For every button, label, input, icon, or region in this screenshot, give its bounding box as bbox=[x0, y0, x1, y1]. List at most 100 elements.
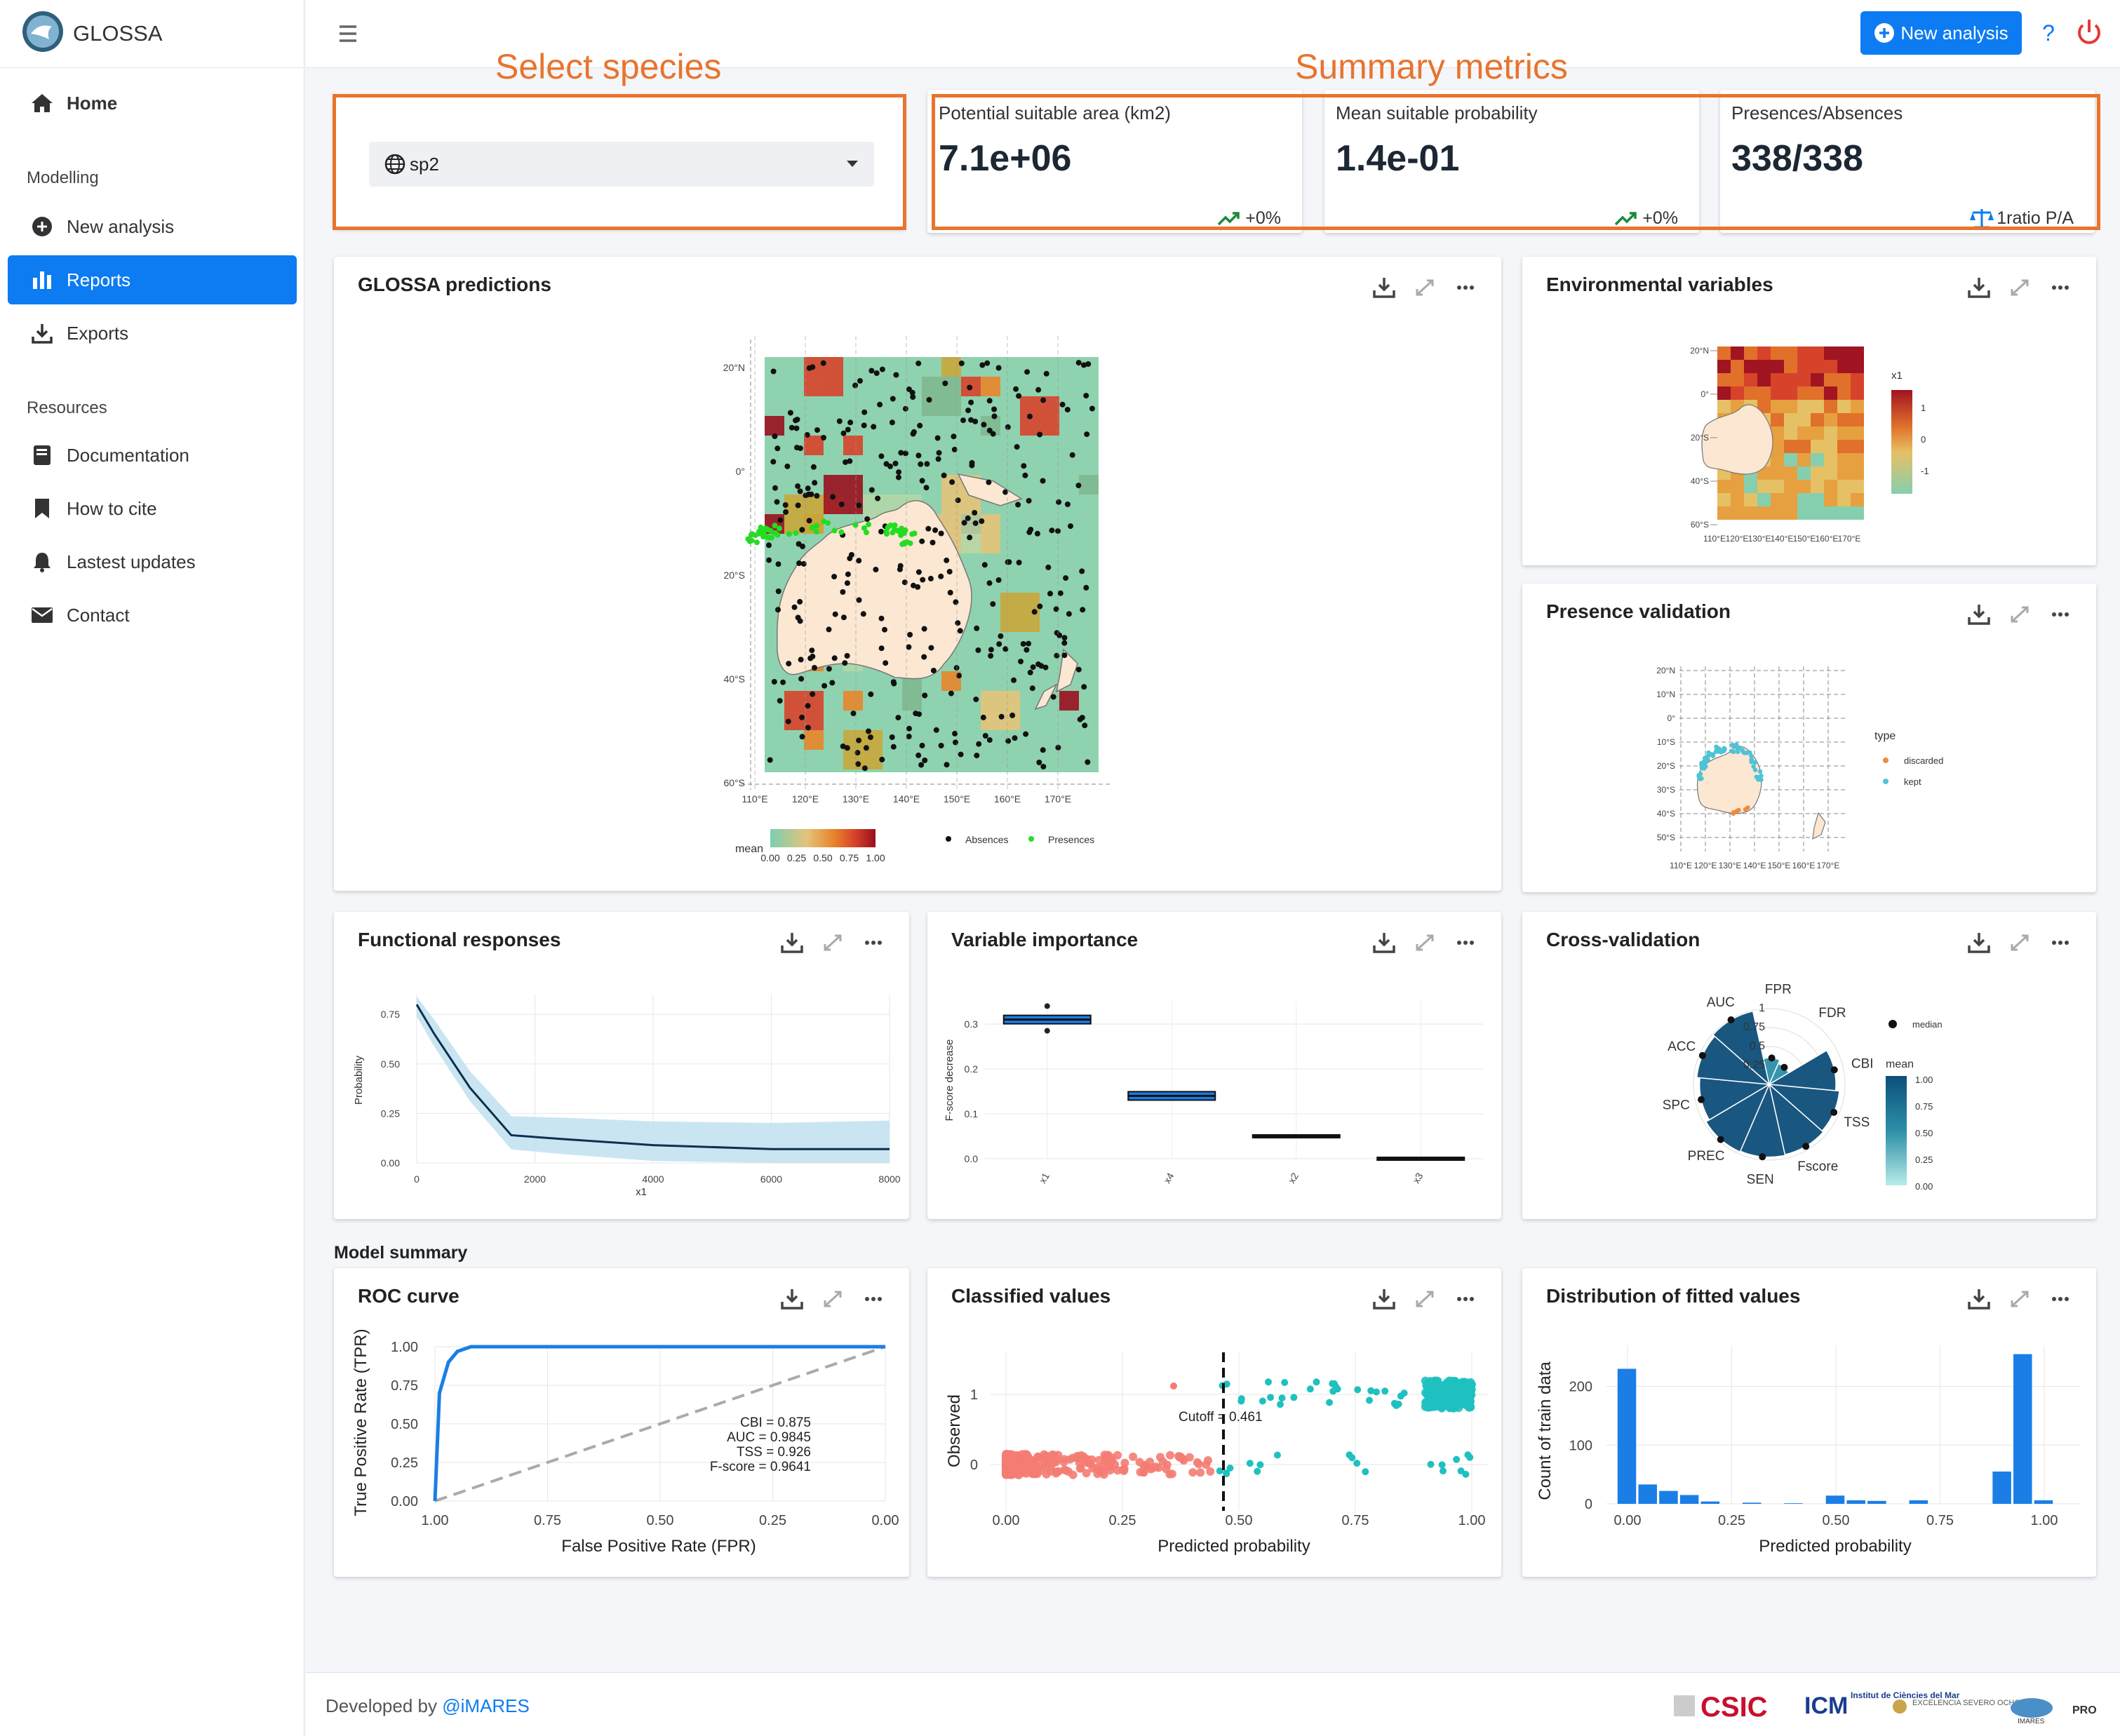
footer-link[interactable]: @iMARES bbox=[442, 1695, 530, 1716]
absence-point bbox=[969, 462, 975, 469]
absence-point bbox=[856, 737, 862, 743]
absence-point bbox=[791, 604, 798, 610]
env-cell bbox=[1717, 506, 1731, 520]
env-cell bbox=[1811, 426, 1824, 440]
bookmark-icon bbox=[30, 497, 54, 520]
absence-point bbox=[915, 452, 922, 459]
absence-point bbox=[1061, 635, 1068, 641]
x-tick: 6000 bbox=[760, 1173, 782, 1185]
absence-point bbox=[832, 611, 838, 617]
absence-point bbox=[926, 397, 932, 403]
absence-point bbox=[1049, 527, 1055, 534]
presence-point bbox=[1457, 1399, 1466, 1408]
absence-point bbox=[998, 713, 1005, 720]
env-cell bbox=[1811, 466, 1824, 480]
absence-point bbox=[1054, 630, 1060, 636]
absence-point bbox=[895, 474, 901, 480]
y-tick-labels: 10 bbox=[970, 1387, 978, 1473]
sidebar-item-contact[interactable]: Contact bbox=[8, 591, 297, 640]
env-cell bbox=[1784, 373, 1797, 386]
presence-point bbox=[809, 525, 815, 531]
absence-point bbox=[1082, 722, 1088, 729]
absence-point bbox=[1024, 369, 1031, 375]
help-button[interactable]: ? bbox=[2034, 15, 2062, 51]
env-cell bbox=[1757, 506, 1771, 520]
x-tick-labels: 1.00 0.75 0.50 0.25 0.00 bbox=[422, 1513, 899, 1528]
absence-point bbox=[878, 528, 884, 534]
presence-point bbox=[774, 532, 781, 538]
absence-point bbox=[1026, 529, 1033, 535]
presence-point bbox=[1254, 1467, 1261, 1475]
env-cell bbox=[1837, 493, 1851, 506]
env-cell bbox=[1824, 480, 1837, 493]
absence-point bbox=[810, 464, 817, 470]
power-icon[interactable] bbox=[2073, 15, 2105, 51]
lon-label: 160°E bbox=[1816, 534, 1839, 544]
absence-point bbox=[845, 426, 851, 433]
presence-point bbox=[1427, 1460, 1435, 1468]
env-cell bbox=[1771, 373, 1784, 386]
plus-circle-icon bbox=[30, 215, 54, 238]
y-axis-label: Probability bbox=[353, 1055, 365, 1105]
summary-metrics-highlight bbox=[932, 94, 2100, 230]
brand[interactable]: GLOSSA bbox=[0, 0, 304, 68]
sidebar-item-label: New analysis bbox=[67, 215, 175, 237]
presence-point bbox=[1421, 1388, 1430, 1397]
absence-point bbox=[1094, 1455, 1103, 1465]
sidebar-item-how-to-cite[interactable]: How to cite bbox=[8, 484, 297, 533]
metric-label: AUC bbox=[1707, 995, 1735, 1010]
env-cell bbox=[1797, 386, 1811, 400]
sidebar-item-new-analysis[interactable]: New analysis bbox=[8, 202, 297, 251]
presence-validation-map: 20°N 10°N 0° 10°S 20°S 30°S 40°S 50°S 110°E 120°… bbox=[1656, 666, 1943, 870]
importance-boxes bbox=[1002, 1003, 1465, 1161]
absence-point bbox=[1059, 401, 1066, 408]
absence-point bbox=[812, 665, 817, 671]
sidebar-item-label: Lastest updates bbox=[67, 551, 196, 572]
prediction-cell bbox=[941, 357, 961, 377]
sidebar-item-documentation[interactable]: Documentation bbox=[8, 431, 297, 480]
absence-point bbox=[1061, 640, 1068, 646]
absence-point bbox=[772, 433, 778, 439]
env-cell bbox=[1731, 506, 1744, 520]
absence-point bbox=[917, 422, 923, 429]
longitude-axis: 110°E 120°E 130°E 140°E 150°E 160°E 170°E bbox=[1670, 861, 1839, 870]
y-axis-label: Count of train data bbox=[1536, 1361, 1555, 1500]
absence-point bbox=[915, 569, 922, 575]
prediction-cell bbox=[784, 691, 824, 730]
absence-point bbox=[1083, 393, 1089, 399]
absence-point bbox=[775, 561, 781, 567]
y-tick: 100 bbox=[1569, 1438, 1592, 1453]
absence-point bbox=[821, 435, 826, 440]
presence-point bbox=[1451, 1381, 1460, 1390]
absence-point bbox=[967, 384, 973, 391]
y-tick: 0.1 bbox=[965, 1108, 979, 1119]
env-cell bbox=[1771, 466, 1784, 480]
sidebar-item-reports[interactable]: Reports bbox=[8, 255, 297, 304]
sidebar-item-home[interactable]: Home bbox=[8, 79, 297, 128]
sidebar-item-exports[interactable]: Exports bbox=[8, 309, 297, 358]
absence-point bbox=[772, 485, 778, 491]
absence-point bbox=[842, 660, 848, 666]
absence-point bbox=[1057, 590, 1064, 596]
env-cell bbox=[1784, 506, 1797, 520]
roc-stat: F-score = 0.9641 bbox=[710, 1460, 811, 1474]
absence-point bbox=[766, 542, 772, 549]
sidebar-item-updates[interactable]: Lastest updates bbox=[8, 537, 297, 586]
hamburger-menu-icon[interactable] bbox=[334, 20, 362, 48]
kept-point bbox=[1722, 746, 1727, 752]
presence-point bbox=[1466, 1453, 1474, 1461]
env-cell bbox=[1784, 466, 1797, 480]
presence-point bbox=[821, 518, 827, 525]
histogram-bar bbox=[1742, 1502, 1762, 1504]
x-tick: 0 bbox=[414, 1173, 420, 1185]
new-analysis-button[interactable]: New analysis bbox=[1860, 11, 2022, 55]
lat-label: 0° bbox=[1668, 713, 1676, 723]
absence-point bbox=[777, 698, 783, 704]
absence-point bbox=[1037, 431, 1043, 438]
y-tick: 1.00 bbox=[391, 1340, 418, 1355]
absence-point bbox=[965, 515, 971, 521]
absence-point bbox=[826, 626, 832, 633]
histogram-bar bbox=[1617, 1368, 1637, 1504]
presence-point bbox=[1466, 1388, 1475, 1397]
footer-text: Developed by @iMARES bbox=[326, 1695, 530, 1717]
